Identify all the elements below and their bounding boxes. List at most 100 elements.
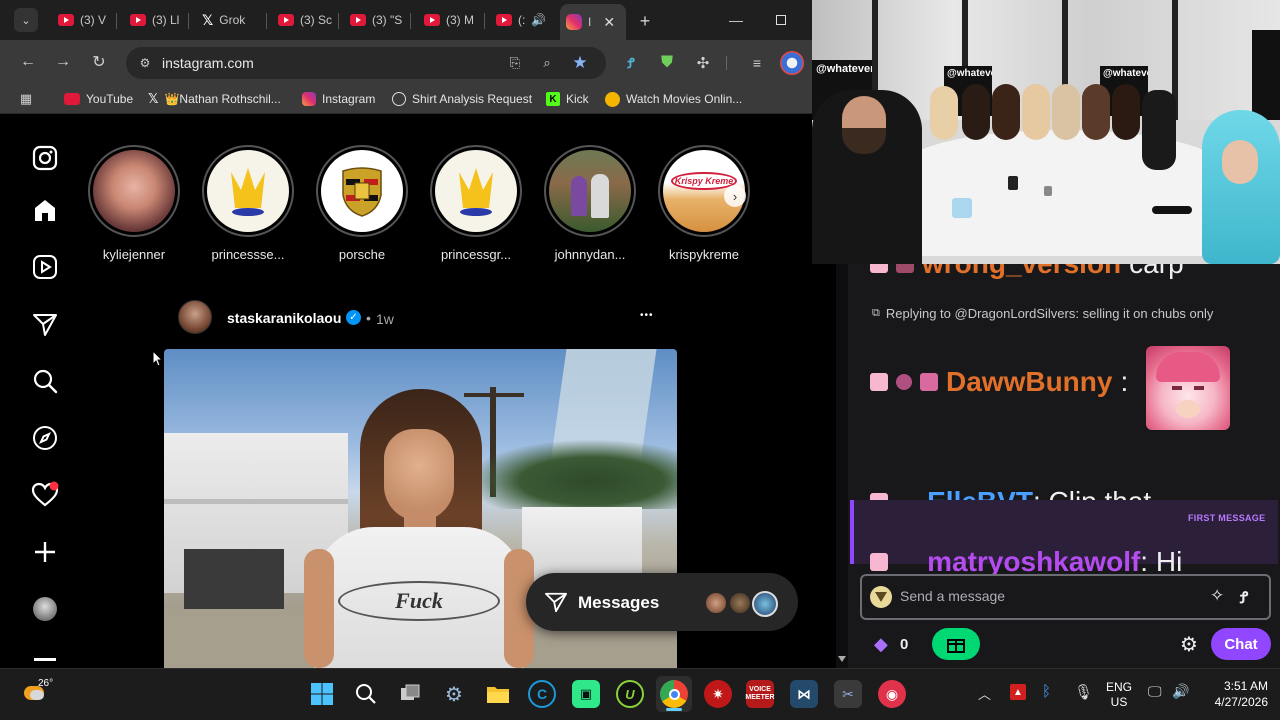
- tab-search-icon[interactable]: ⌄: [14, 8, 38, 32]
- profile-avatar[interactable]: [30, 594, 60, 624]
- translate-extension-icon[interactable]: Ꝭ: [620, 52, 642, 74]
- maximize-icon[interactable]: [776, 15, 786, 25]
- chat-send-button[interactable]: Chat: [1211, 628, 1271, 660]
- new-tab-button[interactable]: +: [634, 10, 656, 32]
- home-icon[interactable]: [30, 195, 60, 225]
- chat-input-field[interactable]: Send a message ✧ Ꝭ: [860, 574, 1271, 620]
- tab-instagram-active[interactable]: I ✕: [560, 4, 626, 40]
- chat-identity-badge-icon[interactable]: [870, 586, 892, 608]
- bookmark-shirt-analysis[interactable]: Shirt Analysis Request: [392, 91, 532, 107]
- reels-icon[interactable]: [30, 252, 60, 282]
- youtube-icon: [424, 14, 440, 26]
- voicemeeter-icon[interactable]: VOICE MEETER: [745, 680, 775, 708]
- chrome-icon[interactable]: [660, 680, 688, 708]
- search-icon[interactable]: [352, 680, 380, 708]
- post-username[interactable]: staskaranikolaou: [227, 310, 341, 326]
- more-menu-icon[interactable]: [30, 651, 60, 667]
- chat-username[interactable]: wrong_version: [922, 264, 1121, 280]
- install-app-icon[interactable]: ⎘: [506, 54, 524, 72]
- site-info-icon[interactable]: ⚙: [136, 54, 154, 72]
- translate-extension-icon[interactable]: Ꝭ: [1240, 586, 1248, 608]
- chat-settings-gear-icon[interactable]: ⚙: [1180, 632, 1198, 657]
- reload-icon[interactable]: ↻: [89, 52, 109, 72]
- bookmark-star-icon[interactable]: ★: [570, 53, 590, 73]
- chat-username[interactable]: matryoshkawolf: [927, 546, 1140, 577]
- bookmark-kick[interactable]: K Kick: [546, 91, 589, 107]
- crown-logo-icon: [459, 168, 493, 216]
- search-icon[interactable]: [30, 366, 60, 396]
- network-monitor-icon[interactable]: 🖵: [1148, 683, 1162, 700]
- capcut-icon[interactable]: ⋈: [790, 680, 818, 708]
- story-item[interactable]: johnnydan...: [542, 145, 638, 262]
- post-more-options-icon[interactable]: •••: [640, 310, 654, 321]
- url-text[interactable]: instagram.com: [162, 55, 254, 71]
- discord-like-app-icon[interactable]: ▣: [572, 680, 600, 708]
- language-indicator[interactable]: ENG US: [1106, 680, 1132, 710]
- file-explorer-icon[interactable]: [484, 680, 512, 708]
- direct-messages-icon[interactable]: [30, 309, 60, 339]
- bookmark-nathan[interactable]: 𝕏 👑Nathan Rothschil...: [148, 91, 281, 107]
- explore-compass-icon[interactable]: [30, 423, 60, 453]
- media-control-icon[interactable]: ≡: [746, 52, 768, 74]
- channel-points-count[interactable]: 0: [900, 636, 908, 653]
- messages-drawer-button[interactable]: Messages: [526, 573, 798, 631]
- chat-username[interactable]: DawwBunny: [946, 366, 1112, 398]
- channel-points-icon[interactable]: ◆: [874, 634, 888, 655]
- ccleaner-icon[interactable]: C: [528, 680, 556, 708]
- story-item[interactable]: princessse...: [200, 145, 296, 262]
- bookmark-watch-movies[interactable]: Watch Movies Onlin...: [605, 91, 742, 107]
- task-view-icon[interactable]: [396, 680, 424, 708]
- tab-youtube-5[interactable]: (3) M: [418, 6, 478, 34]
- extensions-puzzle-icon[interactable]: ✣: [692, 52, 714, 74]
- recording-app-icon[interactable]: ◉: [878, 680, 906, 708]
- game-app-icon[interactable]: ✷: [704, 680, 732, 708]
- story-item[interactable]: porsche: [314, 145, 410, 262]
- apps-grid-icon[interactable]: ▦: [17, 90, 35, 108]
- tab-youtube-6[interactable]: (: 🔊: [490, 6, 554, 34]
- profile-avatar[interactable]: [780, 51, 804, 75]
- bookmark-youtube[interactable]: YouTube: [64, 91, 133, 107]
- stream-video[interactable]: @whatever @whatever @whatever: [812, 0, 1280, 264]
- shield-extension-icon[interactable]: ⛊: [656, 52, 678, 74]
- tab-divider: [338, 13, 339, 29]
- windows-start-icon[interactable]: [308, 680, 336, 708]
- tab-grok[interactable]: 𝕏 Grok: [196, 6, 260, 34]
- channel-points-reward-button[interactable]: [932, 628, 980, 660]
- forward-icon[interactable]: →: [53, 52, 73, 72]
- back-icon[interactable]: ←: [18, 52, 38, 72]
- reply-context[interactable]: ⧉ Replying to @DragonLordSilvers: sellin…: [872, 306, 1213, 321]
- zoom-icon[interactable]: ⌕: [538, 54, 556, 72]
- weather-widget[interactable]: 26°: [24, 678, 53, 702]
- tab-youtube-3[interactable]: (3) Sc: [272, 6, 332, 34]
- post-author-avatar[interactable]: [178, 300, 212, 334]
- settings-gear-icon[interactable]: ⚙: [440, 680, 468, 708]
- tab-youtube-1[interactable]: (3) V: [52, 6, 108, 34]
- show-hidden-icons-chevron[interactable]: ︿: [978, 684, 991, 703]
- scroll-down-arrow-icon[interactable]: [838, 656, 846, 662]
- chat-emote-image[interactable]: [1146, 346, 1230, 430]
- close-tab-icon[interactable]: ✕: [603, 14, 615, 31]
- minimize-icon[interactable]: —: [726, 10, 746, 30]
- bluetooth-icon[interactable]: ᛒ: [1042, 683, 1051, 700]
- microphone-icon[interactable]: 🎙: [1074, 683, 1093, 701]
- snipping-tool-icon[interactable]: ✂: [834, 680, 862, 708]
- bookmark-instagram[interactable]: Instagram: [302, 91, 375, 107]
- emote-picker-icon[interactable]: ✧: [1210, 586, 1224, 606]
- notifications-heart-icon[interactable]: [30, 480, 60, 510]
- story-item[interactable]: princessgr...: [428, 145, 524, 262]
- amd-tray-icon[interactable]: ▲: [1010, 684, 1026, 700]
- tab-youtube-4[interactable]: (3) "S: [344, 6, 404, 34]
- stories-next-chevron-icon[interactable]: ›: [724, 185, 746, 207]
- youtube-icon: [350, 14, 366, 26]
- story-username: porsche: [338, 247, 386, 262]
- speaker-icon[interactable]: 🔊: [531, 13, 546, 27]
- story-item[interactable]: kyliejenner: [86, 145, 182, 262]
- utorrent-icon[interactable]: U: [616, 680, 644, 708]
- tab-youtube-2[interactable]: (3) Ll: [124, 6, 180, 34]
- chat-scrollbar[interactable]: [836, 264, 848, 668]
- volume-icon[interactable]: 🔊: [1172, 683, 1189, 700]
- create-plus-icon[interactable]: [30, 537, 60, 567]
- instagram-logo-icon[interactable]: [30, 143, 60, 173]
- address-bar[interactable]: ⚙ instagram.com ⎘ ⌕ ★: [126, 47, 606, 79]
- clock[interactable]: 3:51 AM 4/27/2026: [1204, 678, 1268, 710]
